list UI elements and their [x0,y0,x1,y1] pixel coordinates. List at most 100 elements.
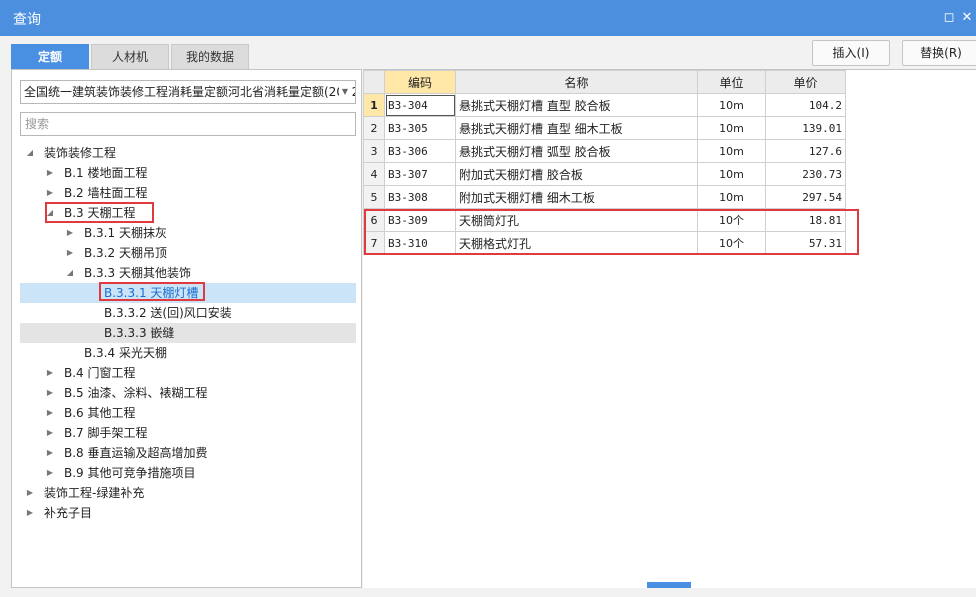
tree-item[interactable]: ▶ B.6 其他工程 [20,403,356,423]
tree-item-label: B.4 门窗工程 [64,366,136,380]
price-cell[interactable]: 297.54 [765,185,846,209]
title-bar: 查询 ◻ ✕ [0,0,976,36]
search-input[interactable] [20,112,356,136]
collapse-arrow-icon[interactable]: ◢ [24,143,36,163]
tree-item[interactable]: ▶ B.3.1 天棚抹灰 [20,223,356,243]
tree-item[interactable]: ▶ 装饰工程-绿建补充 [20,483,356,503]
tree-item-label: B.3.1 天棚抹灰 [84,226,167,240]
unit-cell[interactable]: 10m [697,93,766,117]
tree-item[interactable]: ▶ 补充子目 [20,503,356,523]
expand-arrow-icon[interactable]: ▶ [64,223,76,243]
tab-materials[interactable]: 人材机 [91,44,169,70]
price-cell[interactable]: 139.01 [765,116,846,140]
library-select[interactable]: 全国统一建筑装饰装修工程消耗量定额河北省消耗量定额(2012) ▼ [20,80,356,104]
tree-item-label: B.2 墙柱面工程 [64,186,148,200]
tree-item[interactable]: ◢ 装饰装修工程 [20,143,356,163]
tree-item[interactable]: ▶ B.9 其他可竞争措施项目 [20,463,356,483]
expand-arrow-icon[interactable]: ▶ [44,443,56,463]
name-cell[interactable]: 附加式天棚灯槽 细木工板 [455,185,698,209]
tab-my-data[interactable]: 我的数据 [171,44,249,70]
tree-item[interactable]: B.3.3.2 送(回)风口安装 [20,303,356,323]
library-select-value: 全国统一建筑装饰装修工程消耗量定额河北省消耗量定额(2012) [24,85,356,99]
tree-item-label: B.8 垂直运输及超高增加费 [64,446,208,460]
tree-item[interactable]: ◢ B.3.3 天棚其他装饰 [20,263,356,283]
code-cell[interactable]: B3-306 [384,139,456,163]
tree-item[interactable]: ▶ B.2 墙柱面工程 [20,183,356,203]
tree-item[interactable]: ▶ B.3.2 天棚吊顶 [20,243,356,263]
row-number-header [363,70,385,94]
tree-item[interactable]: B.3.3.3 嵌缝 [20,323,356,343]
col-unit-header[interactable]: 单位 [697,70,766,94]
insert-button[interactable]: 插入(I) [812,40,890,66]
restore-icon[interactable]: ◻ [940,9,958,27]
tab-quota[interactable]: 定额 [11,44,89,70]
expand-arrow-icon[interactable]: ▶ [24,483,36,503]
expand-arrow-icon[interactable]: ▶ [44,423,56,443]
name-cell[interactable]: 悬挑式天棚灯槽 直型 细木工板 [455,116,698,140]
col-name-header[interactable]: 名称 [455,70,698,94]
row-number[interactable]: 3 [363,139,385,163]
tree-item-label: 装饰工程-绿建补充 [44,486,145,500]
expand-arrow-icon[interactable]: ▶ [44,403,56,423]
code-cell[interactable]: B3-308 [384,185,456,209]
unit-cell[interactable]: 10m [697,139,766,163]
chevron-down-icon[interactable]: ▼ [339,81,351,103]
expand-arrow-icon[interactable]: ▶ [44,463,56,483]
name-cell[interactable]: 悬挑式天棚灯槽 弧型 胶合板 [455,139,698,163]
table-row[interactable]: 3 B3-306 悬挑式天棚灯槽 弧型 胶合板 10m 127.6 [363,139,846,163]
replace-button[interactable]: 替换(R) [902,40,976,66]
unit-cell[interactable]: 10m [697,185,766,209]
tree-item-label: 装饰装修工程 [44,146,117,160]
table-row[interactable]: 5 B3-308 附加式天棚灯槽 细木工板 10m 297.54 [363,185,846,209]
close-icon[interactable]: ✕ [958,9,976,27]
row-number[interactable]: 4 [363,162,385,186]
code-cell[interactable]: B3-307 [384,162,456,186]
tree-item-label: B.3.2 天棚吊顶 [84,246,167,260]
expand-arrow-icon[interactable]: ▶ [44,163,56,183]
collapse-arrow-icon[interactable]: ◢ [64,263,76,283]
expand-arrow-icon[interactable]: ▶ [44,183,56,203]
tree-item-label: 补充子目 [44,506,93,520]
window-title: 查询 [13,12,41,28]
tree-item[interactable]: ▶ B.7 脚手架工程 [20,423,356,443]
name-cell[interactable]: 悬挑式天棚灯槽 直型 胶合板 [455,93,698,117]
tree-item-label: B.1 楼地面工程 [64,166,148,180]
highlight-box-rows [364,209,859,255]
tree-item-label: B.3.4 采光天棚 [84,346,167,360]
tree-item-label: B.9 其他可竞争措施项目 [64,466,196,480]
unit-cell[interactable]: 10m [697,116,766,140]
unit-cell[interactable]: 10m [697,162,766,186]
price-cell[interactable]: 104.2 [765,93,846,117]
tree-item[interactable]: ▶ B.4 门窗工程 [20,363,356,383]
table-row[interactable]: 2 B3-305 悬挑式天棚灯槽 直型 细木工板 10m 139.01 [363,116,846,140]
tree-item-label: B.3.3 天棚其他装饰 [84,266,191,280]
tree-item[interactable]: ▶ B.8 垂直运输及超高增加费 [20,443,356,463]
table-row[interactable]: 1 B3-304 悬挑式天棚灯槽 直型 胶合板 10m 104.2 [363,93,846,117]
tree-item[interactable]: ▶ B.5 油漆、涂料、裱糊工程 [20,383,356,403]
expand-arrow-icon[interactable]: ▶ [44,383,56,403]
price-cell[interactable]: 230.73 [765,162,846,186]
col-code-header[interactable]: 编码 [384,70,456,94]
price-cell[interactable]: 127.6 [765,139,846,163]
expand-arrow-icon[interactable]: ▶ [64,243,76,263]
row-number[interactable]: 1 [363,93,385,117]
table-row[interactable]: 4 B3-307 附加式天棚灯槽 胶合板 10m 230.73 [363,162,846,186]
code-cell[interactable]: B3-304 [384,93,456,117]
code-cell[interactable]: B3-305 [384,116,456,140]
tree-item-label: B.6 其他工程 [64,406,136,420]
highlight-box-b3 [45,202,154,223]
col-price-header[interactable]: 单价 [765,70,846,94]
table-header-row: 编码 名称 单位 单价 [363,70,846,94]
splitter-handle[interactable] [647,582,691,588]
expand-arrow-icon[interactable]: ▶ [44,363,56,383]
expand-arrow-icon[interactable]: ▶ [24,503,36,523]
tree-item[interactable]: ▶ B.1 楼地面工程 [20,163,356,183]
tree-item[interactable]: B.3.4 采光天棚 [20,343,356,363]
row-number[interactable]: 2 [363,116,385,140]
name-cell[interactable]: 附加式天棚灯槽 胶合板 [455,162,698,186]
highlight-box-b331 [99,282,205,301]
row-number[interactable]: 5 [363,185,385,209]
tree-item-label: B.3.3.3 嵌缝 [104,326,175,340]
tree-item-label: B.3.3.2 送(回)风口安装 [104,306,232,320]
right-panel: 编码 名称 单位 单价 1 B3-304 悬挑式天棚灯槽 直型 胶合板 10m 104.… [363,69,976,588]
